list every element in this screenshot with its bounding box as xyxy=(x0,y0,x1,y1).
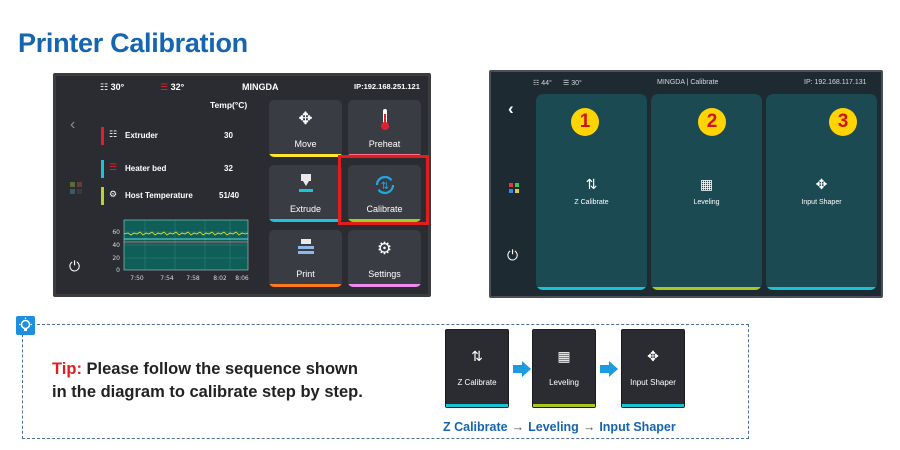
y-tick: 60 xyxy=(112,229,120,236)
grid-icon: ▦ xyxy=(557,348,571,364)
device-name: MINGDA xyxy=(242,82,279,92)
temp-color-bar xyxy=(101,160,104,178)
heater-bed-icon: ☰ xyxy=(563,80,570,87)
x-tick: 8:06 xyxy=(235,275,249,282)
z-calibrate-icon: ⇅ xyxy=(471,348,483,364)
page: Printer Calibration ☷ 30° ☰ 32° MINGDA I… xyxy=(0,0,900,450)
step-number-badge: 3 xyxy=(829,108,857,136)
y-tick: 40 xyxy=(112,242,120,249)
grid-icon: ▦ xyxy=(699,176,714,192)
temperature-graph: 60 40 20 0 7:50 7:54 7:58 8:02 8:06 xyxy=(112,219,249,282)
arrow-right-icon xyxy=(513,361,531,377)
heater-bed-icon: ☰ xyxy=(160,82,169,92)
step-number-badge: 2 xyxy=(698,108,726,136)
step-z-calibrate: ⇅ Z Calibrate xyxy=(445,329,509,408)
extruder-icon: ☷ xyxy=(109,129,118,139)
sequence-caption: Z Calibrate → Leveling → Input Shaper xyxy=(443,420,676,434)
move-button[interactable]: ✥ Move xyxy=(269,100,342,157)
input-shaper-panel[interactable]: 3 ✥ Input Shaper xyxy=(766,94,877,290)
temp-header: Temp(°C) xyxy=(210,100,248,110)
move-icon: ✥ xyxy=(647,348,659,364)
temp-color-bar xyxy=(101,187,104,205)
sidebar: ‹ ⏻ xyxy=(56,98,98,293)
calibrate-highlight xyxy=(338,155,429,225)
power-icon[interactable]: ⏻ xyxy=(507,247,518,264)
screen-title: MINGDA | Calibrate xyxy=(657,79,719,86)
extruder-icon: ☷ xyxy=(100,82,109,92)
move-icon: ✥ xyxy=(298,109,313,128)
step-number-badge: 1 xyxy=(571,108,599,136)
lightbulb-icon xyxy=(16,316,35,335)
y-tick: 0 xyxy=(116,267,120,274)
extrude-icon xyxy=(269,174,342,199)
move-icon: ✥ xyxy=(815,176,828,192)
print-button[interactable]: Print xyxy=(269,230,342,287)
x-tick: 8:02 xyxy=(213,275,227,282)
preheat-button[interactable]: Preheat xyxy=(348,100,421,157)
thermometer-icon xyxy=(348,109,421,136)
z-calibrate-icon: ⇅ xyxy=(585,176,598,192)
status-bar: ☷ 44° ☰ 30° MINGDA | Calibrate IP: 192.1… xyxy=(491,72,881,92)
gear-icon: ⚙ xyxy=(109,189,118,199)
extruder-icon: ☷ xyxy=(533,80,540,87)
arrow-right-icon xyxy=(600,361,618,377)
x-tick: 7:50 xyxy=(130,275,144,282)
ip-address: IP: 192.168.117.131 xyxy=(804,79,867,86)
bed-temp-status: ☰ 30° xyxy=(563,80,582,87)
back-icon[interactable]: ‹ xyxy=(508,99,514,119)
extruder-temp-status: ☷ 44° xyxy=(533,80,552,87)
tip-label: Tip: xyxy=(52,360,82,378)
heater-bed-icon: ☰ xyxy=(109,162,118,172)
temp-row-host: ⚙ Host Temperature 51/40 xyxy=(101,187,246,205)
y-tick: 20 xyxy=(112,255,120,262)
back-icon[interactable]: ‹ xyxy=(70,116,75,134)
apps-icon[interactable] xyxy=(70,182,82,197)
leveling-panel[interactable]: 2 ▦ Leveling xyxy=(651,94,762,290)
step-leveling: ▦ Leveling xyxy=(532,329,596,408)
status-bar: ☷ 30° ☰ 32° MINGDA IP:192.168.251.121 xyxy=(56,76,428,98)
extrude-button[interactable]: Extrude xyxy=(269,165,342,222)
x-tick: 7:54 xyxy=(160,275,174,282)
extruder-temp-status: ☷ 30° xyxy=(100,82,125,92)
bed-temp-status: ☰ 32° xyxy=(160,82,185,92)
power-icon[interactable]: ⏻ xyxy=(69,258,80,275)
step-input-shaper: ✥ Input Shaper xyxy=(621,329,685,408)
settings-button[interactable]: ⚙ Settings xyxy=(348,230,421,287)
x-tick: 7:58 xyxy=(186,275,200,282)
calibrate-screen: ☷ 44° ☰ 30° MINGDA | Calibrate IP: 192.1… xyxy=(489,70,883,298)
print-icon xyxy=(269,239,342,262)
apps-icon[interactable] xyxy=(509,180,519,198)
z-calibrate-panel[interactable]: 1 ⇅ Z Calibrate xyxy=(536,94,647,290)
page-title: Printer Calibration xyxy=(18,28,248,58)
gears-icon: ⚙ xyxy=(376,239,393,258)
temp-color-bar xyxy=(101,127,104,145)
temp-row-extruder: ☷ Extruder 30 xyxy=(101,127,246,145)
tip-text: Tip: Please follow the sequence shown in… xyxy=(52,360,363,401)
ip-address: IP:192.168.251.121 xyxy=(354,82,420,91)
temp-row-heater-bed: ☰ Heater bed 32 xyxy=(101,160,246,178)
